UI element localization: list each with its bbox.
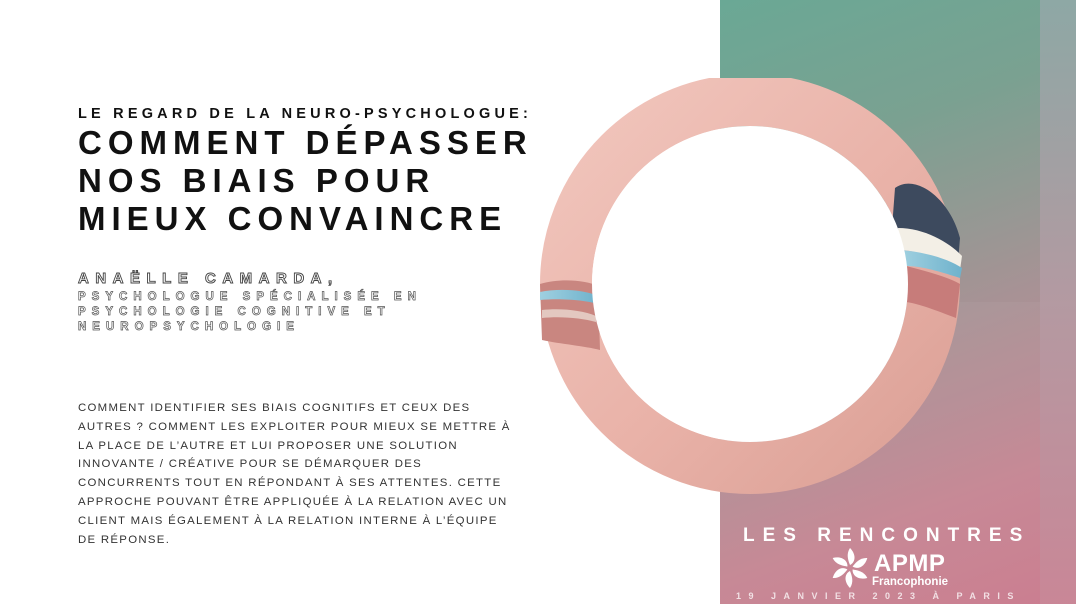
description: COMMENT IDENTIFIER SES BIAIS COGNITIFS E… bbox=[78, 399, 548, 549]
description-line: AUTRES ? COMMENT LES EXPLOITER POUR MIEU… bbox=[78, 420, 511, 433]
event-date: 19 JANVIER 2023 À PARIS bbox=[736, 591, 1021, 601]
description-line: COMMENT IDENTIFIER SES BIAIS COGNITIFS E… bbox=[78, 402, 471, 414]
title-line: NOS BIAIS POUR bbox=[78, 162, 436, 199]
description-line: DE RÉPONSE. bbox=[78, 533, 171, 546]
description-line: CLIENT MAIS ÉGALEMENT À LA RELATION INTE… bbox=[78, 514, 498, 527]
subtitle: LE REGARD DE LA NEURO-PSYCHOLOGUE: bbox=[78, 106, 533, 122]
apmp-logo: APMP Francophonie bbox=[828, 546, 968, 592]
logo-text: APMP bbox=[874, 550, 946, 577]
title-line: COMMENT DÉPASSER bbox=[78, 124, 533, 161]
background-side-strip bbox=[1040, 0, 1076, 604]
page-title: COMMENT DÉPASSER NOS BIAIS POUR MIEUX CO… bbox=[78, 124, 598, 238]
apmp-logo-icon bbox=[832, 548, 868, 588]
description-line: APPROCHE POUVANT ÊTRE APPLIQUÉE À LA REL… bbox=[78, 495, 508, 508]
author-role-line: PSYCHOLOGIE COGNITIVE ET bbox=[78, 306, 391, 319]
author-role-line: PSYCHOLOGUE SPÉCIALISÉE EN bbox=[78, 291, 422, 304]
description-line: LA PLACE DE L’AUTRE ET LUI PROPOSER UNE … bbox=[78, 439, 458, 452]
author-name: ANAËLLE CAMARDA, bbox=[78, 270, 339, 288]
description-line: CONCURRENTS TOUT EN RÉPONDANT À SES ATTE… bbox=[78, 477, 502, 490]
title-line: MIEUX CONVAINCRE bbox=[78, 200, 508, 237]
event-title: LES RENCONTRES bbox=[743, 525, 1031, 546]
logo-subtext: Francophonie bbox=[872, 576, 949, 588]
author-role: PSYCHOLOGUE SPÉCIALISÉE EN PSYCHOLOGIE C… bbox=[78, 290, 518, 335]
author-role-line: NEUROPSYCHOLOGIE bbox=[78, 321, 300, 334]
description-line: INNOVANTE / CRÉATIVE POUR SE DÉMARQUER D… bbox=[78, 458, 423, 471]
